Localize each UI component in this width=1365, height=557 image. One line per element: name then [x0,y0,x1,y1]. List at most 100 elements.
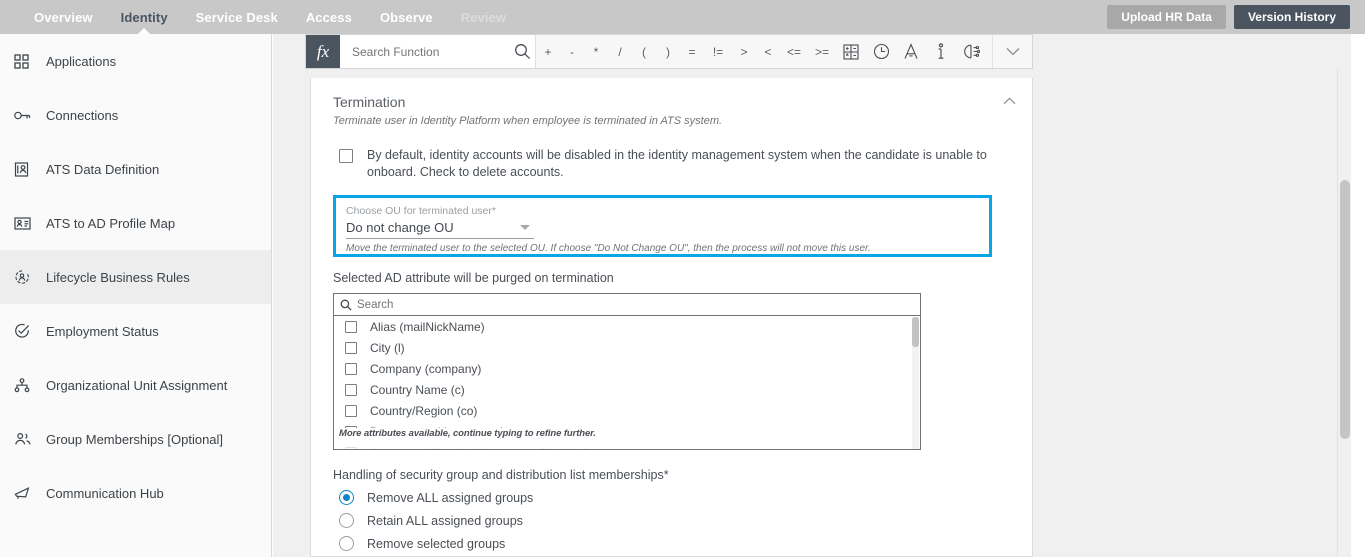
membership-option-remove-selected[interactable]: Remove selected groups [333,536,1032,551]
top-actions: Upload HR Data Version History [1107,5,1350,29]
attribute-row[interactable]: City (l) [334,337,920,358]
top-navigation-bar: Overview Identity Service Desk Access Ob… [0,0,1365,34]
attribute-checkbox[interactable] [345,383,357,396]
scrollbar-thumb[interactable] [1340,180,1350,439]
version-history-button[interactable]: Version History [1233,5,1350,29]
lifecycle-icon [14,267,42,287]
org-tree-icon [14,375,42,395]
attribute-search-input[interactable] [355,297,914,312]
sidebar-item-ats-data-definition[interactable]: ATS Data Definition [0,142,271,196]
sidebar-item-group-memberships[interactable]: Group Memberships [Optional] [0,412,271,466]
chevron-up-icon[interactable] [1000,92,1018,110]
sidebar-item-label: Applications [46,53,117,69]
membership-option-retain-all[interactable]: Retain ALL assigned groups [333,513,1032,528]
attribute-row[interactable]: departmentNumber (departmentNumber) [334,442,920,450]
info-icon[interactable] [926,34,956,69]
upload-hr-data-button[interactable]: Upload HR Data [1107,5,1226,29]
sidebar: Applications Connections ATS Data Defini… [0,34,272,557]
attribute-checkbox[interactable] [345,341,357,354]
nav-tab-review[interactable]: Review [447,0,520,34]
grid-icon [14,51,42,71]
choose-ou-label: Choose OU for terminated user* [346,205,496,217]
chevron-down-icon[interactable] [992,35,1032,68]
membership-option-remove-all[interactable]: Remove ALL assigned groups [333,490,1032,505]
primary-tabs: Overview Identity Service Desk Access Ob… [20,0,520,34]
operator-not-equals[interactable]: != [704,34,732,69]
page-scrollbar[interactable] [1337,68,1351,557]
operator-divide[interactable]: / [608,34,632,69]
radio-button[interactable] [339,513,354,528]
people-icon [14,429,42,449]
ai-brain-icon[interactable] [956,34,986,69]
clock-icon[interactable] [866,34,896,69]
sidebar-item-employment-status[interactable]: Employment Status [0,304,271,358]
attribute-label: Country Name (c) [370,382,465,397]
attribute-list-scrollbar[interactable] [912,317,919,449]
operator-equals[interactable]: = [680,34,704,69]
sidebar-item-communication-hub[interactable]: Communication Hub [0,466,271,520]
operator-less-equal[interactable]: <= [780,34,808,69]
sidebar-item-ats-to-ad-profile-map[interactable]: ATS to AD Profile Map [0,196,271,250]
attribute-row[interactable]: Alias (mailNickName) [334,316,920,337]
sidebar-item-lifecycle-business-rules[interactable]: Lifecycle Business Rules [0,250,271,304]
delete-accounts-label: By default, identity accounts will be di… [367,148,987,179]
nav-tab-identity[interactable]: Identity [107,0,182,34]
attribute-label: Alias (mailNickName) [370,319,485,334]
card-header: Termination Terminate user in Identity P… [311,78,1032,127]
attribute-search-field[interactable] [334,294,920,316]
fx-icon[interactable]: fx [306,35,340,68]
termination-card: Termination Terminate user in Identity P… [310,78,1033,557]
attribute-label: Country/Region (co) [370,403,478,418]
attribute-row[interactable]: Country/Region (co) [334,400,920,421]
attribute-checkbox[interactable] [345,320,357,333]
membership-option-label: Retain ALL assigned groups [367,513,523,528]
text-format-icon[interactable] [896,34,926,69]
choose-ou-hint: Move the terminated user to the selected… [346,243,871,254]
attribute-label: departmentNumber (departmentNumber) [370,446,588,450]
card-subtitle: Terminate user in Identity Platform when… [333,115,723,127]
attribute-row[interactable]: Country Name (c) [334,379,920,400]
membership-option-label: Remove ALL assigned groups [367,490,534,505]
attribute-checkbox[interactable] [345,362,357,375]
choose-ou-select[interactable]: Do not change OU [346,220,534,239]
operator-multiply[interactable]: * [584,34,608,69]
operator-buttons: + - * / ( ) = != > < <= >= [536,35,992,68]
radio-button[interactable] [339,490,354,505]
operator-greater-equal[interactable]: >= [808,34,836,69]
calculator-icon[interactable] [836,34,866,69]
operator-greater[interactable]: > [732,34,756,69]
nav-tab-observe[interactable]: Observe [366,0,447,34]
attribute-list[interactable]: Alias (mailNickName) City (l) Company (c… [334,316,920,450]
radio-button[interactable] [339,536,354,551]
sidebar-item-applications[interactable]: Applications [0,34,271,88]
search-function-input[interactable] [350,43,514,60]
attribute-picker: Alias (mailNickName) City (l) Company (c… [333,293,921,450]
check-circle-icon [14,321,42,341]
operator-plus[interactable]: + [536,34,560,69]
delete-accounts-row[interactable]: By default, identity accounts will be di… [333,147,1010,181]
operator-paren-close[interactable]: ) [656,34,680,69]
sidebar-item-organizational-unit-assignment[interactable]: Organizational Unit Assignment [0,358,271,412]
membership-option-label: Remove selected groups [367,536,506,551]
search-icon[interactable] [514,43,531,60]
sidebar-item-connections[interactable]: Connections [0,88,271,142]
nav-tab-service-desk[interactable]: Service Desk [182,0,292,34]
sidebar-item-label: Connections [46,107,119,123]
chevron-down-icon [520,225,530,230]
sidebar-item-label: Employment Status [46,323,159,339]
operator-paren-open[interactable]: ( [632,34,656,69]
sidebar-item-label: Group Memberships [Optional] [46,431,224,447]
search-function-field[interactable] [340,35,536,68]
choose-ou-value: Do not change OU [346,220,454,235]
delete-accounts-checkbox[interactable] [339,149,353,163]
attribute-more-note: More attributes available, continue typi… [337,428,598,439]
operator-minus[interactable]: - [560,34,584,69]
nav-tab-access[interactable]: Access [292,0,366,34]
scrollbar-thumb[interactable] [912,317,919,347]
attribute-row[interactable]: Company (company) [334,358,920,379]
operator-less[interactable]: < [756,34,780,69]
attribute-checkbox[interactable] [345,404,357,417]
page-title: Termination [333,94,406,110]
nav-tab-overview[interactable]: Overview [20,0,107,34]
attribute-checkbox[interactable] [345,446,357,449]
